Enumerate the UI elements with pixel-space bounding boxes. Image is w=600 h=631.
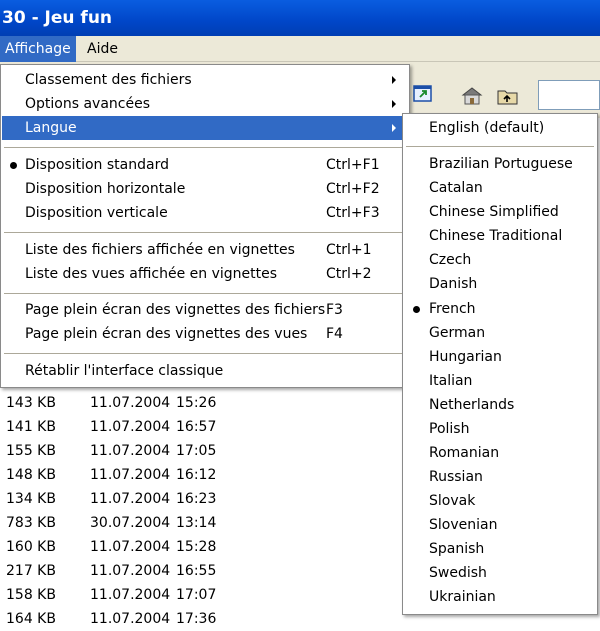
menu-item-lang-slovak[interactable]: Slovak bbox=[404, 489, 596, 513]
menu-affichage[interactable]: Affichage bbox=[0, 36, 76, 62]
file-list: 143 KB 11.07.2004 15:26 141 KB 11.07.200… bbox=[0, 388, 400, 627]
menu-item-plein-ecran-vues[interactable]: Page plein écran des vignettes des vues … bbox=[2, 322, 408, 346]
window-title: 30 - Jeu fun bbox=[2, 8, 113, 28]
menu-item-lang-romanian[interactable]: Romanian bbox=[404, 441, 596, 465]
menu-item-lang-swedish[interactable]: Swedish bbox=[404, 561, 596, 585]
menu-item-lang-brazilian-portuguese[interactable]: Brazilian Portuguese bbox=[404, 152, 596, 176]
menu-item-lang-polish[interactable]: Polish bbox=[404, 417, 596, 441]
menu-item-lang-chinese-traditional[interactable]: Chinese Traditional bbox=[404, 224, 596, 248]
menu-item-lang-english[interactable]: English (default) bbox=[404, 116, 596, 140]
home-folder-icon[interactable] bbox=[460, 86, 483, 106]
menu-bar: Affichage Aide bbox=[0, 36, 600, 62]
title-bar: 30 - Jeu fun bbox=[0, 0, 600, 36]
up-folder-icon[interactable] bbox=[496, 86, 518, 106]
menu-item-lang-spanish[interactable]: Spanish bbox=[404, 537, 596, 561]
submenu-arrow-icon bbox=[392, 100, 396, 108]
menu-item-lang-ukrainian[interactable]: Ukrainian bbox=[404, 585, 596, 609]
menu-item-plein-ecran-fichiers[interactable]: Page plein écran des vignettes des fichi… bbox=[2, 298, 408, 322]
menu-item-lang-catalan[interactable]: Catalan bbox=[404, 176, 596, 200]
radio-bullet-icon bbox=[413, 306, 420, 313]
menu-item-lang-hungarian[interactable]: Hungarian bbox=[404, 345, 596, 369]
radio-bullet-icon bbox=[10, 162, 17, 169]
menu-aide[interactable]: Aide bbox=[82, 36, 123, 62]
affichage-menu: Classement des fichiers Options avancées… bbox=[0, 64, 410, 388]
menu-item-lang-german[interactable]: German bbox=[404, 321, 596, 345]
menu-separator bbox=[4, 232, 406, 233]
menu-item-lang-russian[interactable]: Russian bbox=[404, 465, 596, 489]
menu-separator bbox=[4, 293, 406, 294]
menu-item-lang-italian[interactable]: Italian bbox=[404, 369, 596, 393]
menu-separator bbox=[4, 353, 406, 354]
menu-item-disposition-standard[interactable]: Disposition standard Ctrl+F1 bbox=[2, 153, 408, 177]
menu-item-liste-vues-vignettes[interactable]: Liste des vues affichée en vignettes Ctr… bbox=[2, 262, 408, 286]
langue-submenu: English (default) Brazilian Portuguese C… bbox=[402, 113, 598, 615]
menu-item-lang-french[interactable]: French bbox=[404, 297, 596, 321]
address-box[interactable] bbox=[538, 80, 600, 110]
menu-item-disposition-horizontale[interactable]: Disposition horizontale Ctrl+F2 bbox=[2, 177, 408, 201]
menu-item-retablir-interface[interactable]: Rétablir l'interface classique bbox=[2, 359, 408, 383]
menu-item-lang-chinese-simplified[interactable]: Chinese Simplified bbox=[404, 200, 596, 224]
menu-separator bbox=[4, 147, 406, 148]
menu-item-lang-slovenian[interactable]: Slovenian bbox=[404, 513, 596, 537]
menu-item-lang-czech[interactable]: Czech bbox=[404, 248, 596, 272]
submenu-arrow-icon bbox=[392, 76, 396, 84]
menu-item-liste-fichiers-vignettes[interactable]: Liste des fichiers affichée en vignettes… bbox=[2, 238, 408, 262]
submenu-arrow-icon bbox=[392, 124, 396, 132]
menu-item-classement[interactable]: Classement des fichiers bbox=[2, 68, 408, 92]
menu-separator bbox=[406, 146, 594, 147]
menu-item-lang-netherlands[interactable]: Netherlands bbox=[404, 393, 596, 417]
menu-item-options-avancees[interactable]: Options avancées bbox=[2, 92, 408, 116]
menu-item-lang-danish[interactable]: Danish bbox=[404, 272, 596, 296]
resize-icon[interactable] bbox=[412, 84, 434, 104]
menu-item-langue[interactable]: Langue bbox=[2, 116, 408, 140]
menu-item-disposition-verticale[interactable]: Disposition verticale Ctrl+F3 bbox=[2, 201, 408, 225]
